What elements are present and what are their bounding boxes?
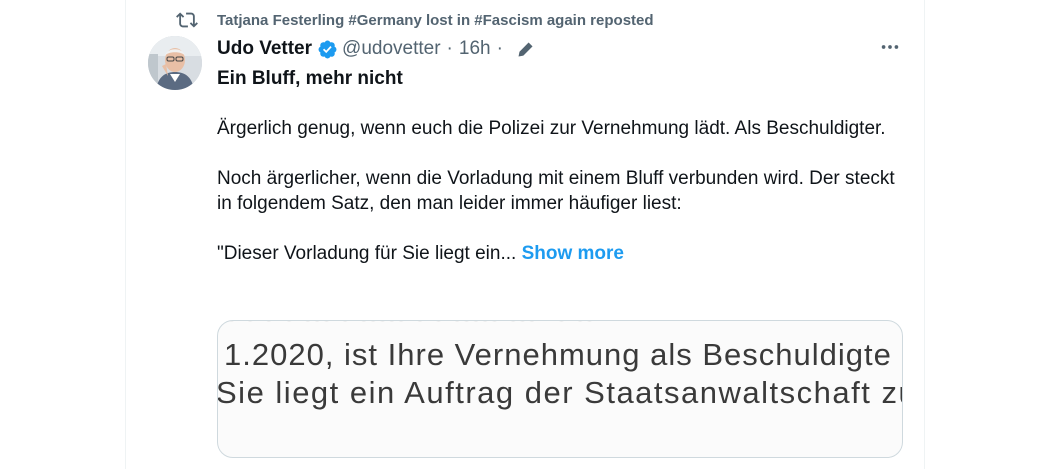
scanned-document-line-2: Sie liegt ein Auftrag der Staatsanwaltsc… (217, 375, 903, 410)
post-title: Ein Bluff, mehr nicht (217, 68, 403, 89)
scanned-document-fragment: .. . .·. ... . ..... . . ..... ... ·. .. (218, 321, 902, 329)
timeline-page: Tatjana Festerling #Germany lost in #Fas… (0, 0, 1050, 469)
scanned-document-line-1: 1.2020, ist Ihre Vernehmung als Beschuld… (224, 337, 892, 372)
author-display-name[interactable]: Udo Vetter (217, 38, 312, 60)
repost-indicator[interactable]: Tatjana Festerling #Germany lost in #Fas… (176, 9, 654, 31)
more-options-icon (879, 36, 901, 63)
show-more-link[interactable]: Show more (522, 243, 624, 264)
post-text: Ein Bluff, mehr nicht Ärgerlich genug, w… (217, 66, 907, 266)
author-handle[interactable]: @udovetter (342, 38, 441, 60)
media-image[interactable]: .. . .·. ... . ..... . . ..... ... ·. ..… (217, 320, 903, 458)
repost-icon (176, 9, 198, 31)
avatar[interactable] (148, 36, 202, 90)
post-header: Udo Vetter @udovetter · 16h · (217, 37, 535, 61)
separator-dot: · (446, 38, 453, 59)
post-paragraph-3: "Dieser Vorladung für Sie liegt ein... S… (217, 241, 907, 266)
column-divider-right (924, 0, 925, 469)
post-paragraph-3-text: "Dieser Vorladung für Sie liegt ein... (217, 243, 517, 264)
more-options-button[interactable] (876, 37, 904, 61)
edit-pencil-icon[interactable] (516, 40, 535, 59)
repost-label[interactable]: Tatjana Festerling #Germany lost in #Fas… (217, 12, 654, 29)
post-paragraph-1: Ärgerlich genug, wenn euch die Polizei z… (217, 118, 886, 139)
separator-dot-2: · (496, 38, 503, 59)
avatar-image (148, 36, 202, 90)
verified-badge-icon[interactable] (317, 39, 338, 60)
column-divider-left (125, 0, 126, 469)
post-paragraph-2: Noch ärgerlicher, wenn die Vorladung mit… (217, 168, 895, 214)
post-timestamp[interactable]: 16h (459, 38, 491, 60)
